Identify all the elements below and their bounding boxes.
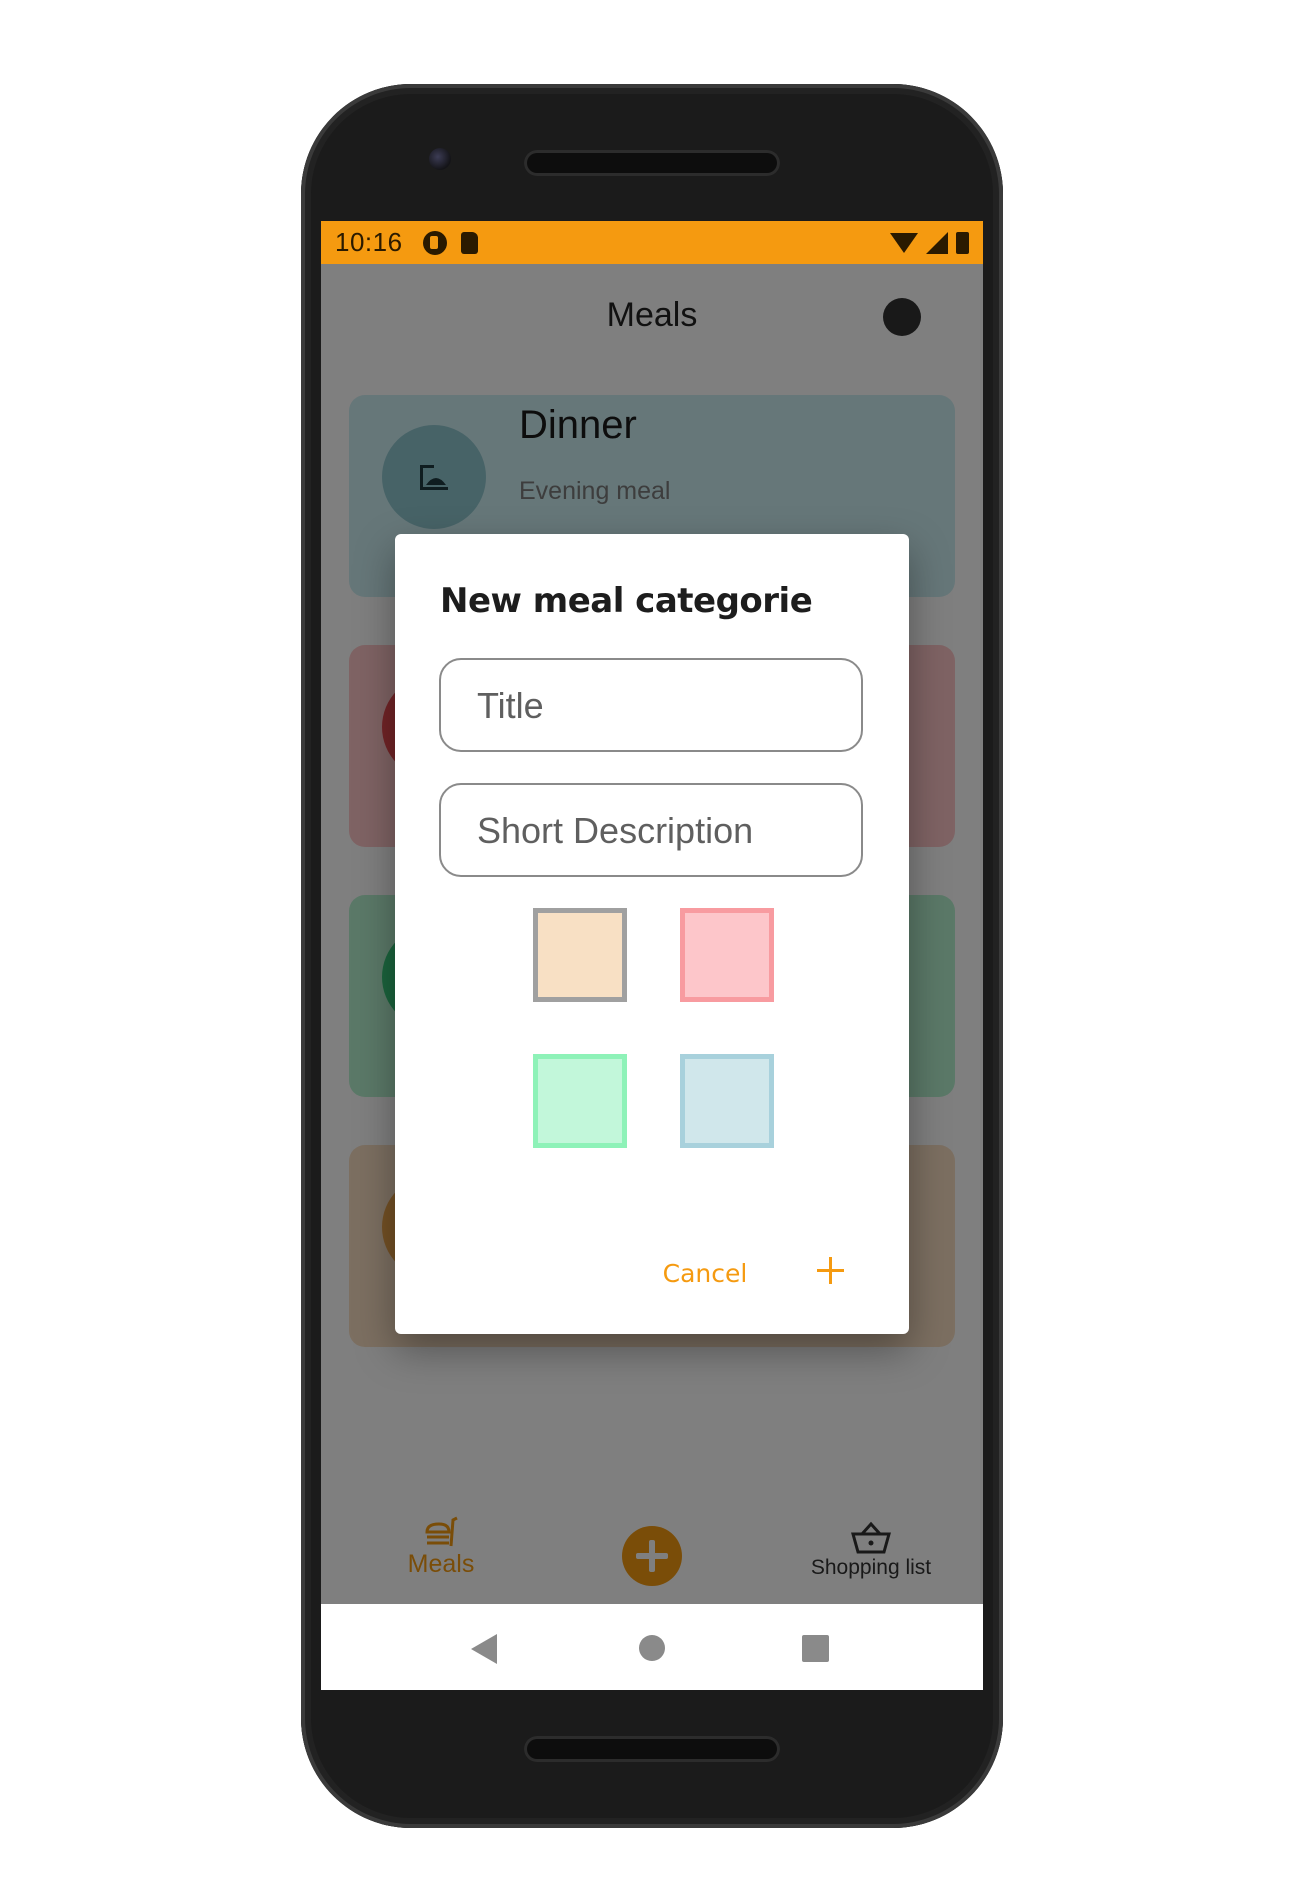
status-time: 10:16 xyxy=(335,227,403,257)
color-option-blue[interactable] xyxy=(680,1054,774,1148)
title-field[interactable] xyxy=(439,658,863,752)
color-option-peach-selected[interactable] xyxy=(533,908,627,1002)
earpiece-speaker xyxy=(524,150,780,176)
notification-app-icon xyxy=(422,230,447,255)
cancel-button[interactable]: Cancel xyxy=(645,1249,765,1299)
back-icon[interactable] xyxy=(471,1634,497,1664)
battery-icon xyxy=(956,231,969,254)
signal-icon xyxy=(926,231,948,254)
description-field[interactable] xyxy=(439,783,863,877)
status-bar: 10:16 xyxy=(321,221,983,264)
new-category-dialog: New meal categorie Cancel xyxy=(395,534,909,1334)
home-icon[interactable] xyxy=(639,1635,665,1661)
title-input[interactable] xyxy=(475,660,839,752)
sd-card-icon xyxy=(460,231,478,254)
status-icons xyxy=(890,231,969,254)
bottom-speaker xyxy=(524,1736,780,1762)
system-navigation-bar xyxy=(321,1604,983,1690)
description-input[interactable] xyxy=(475,785,839,877)
recent-apps-icon[interactable] xyxy=(802,1635,829,1662)
dialog-title: New meal categorie xyxy=(440,581,813,621)
wifi-icon xyxy=(890,232,918,253)
add-category-button[interactable] xyxy=(805,1246,855,1296)
front-camera xyxy=(429,148,451,170)
color-option-pink[interactable] xyxy=(680,908,774,1002)
color-option-green[interactable] xyxy=(533,1054,627,1148)
device-screen: 10:16 Meals Dinner Evening meal xyxy=(321,221,983,1690)
